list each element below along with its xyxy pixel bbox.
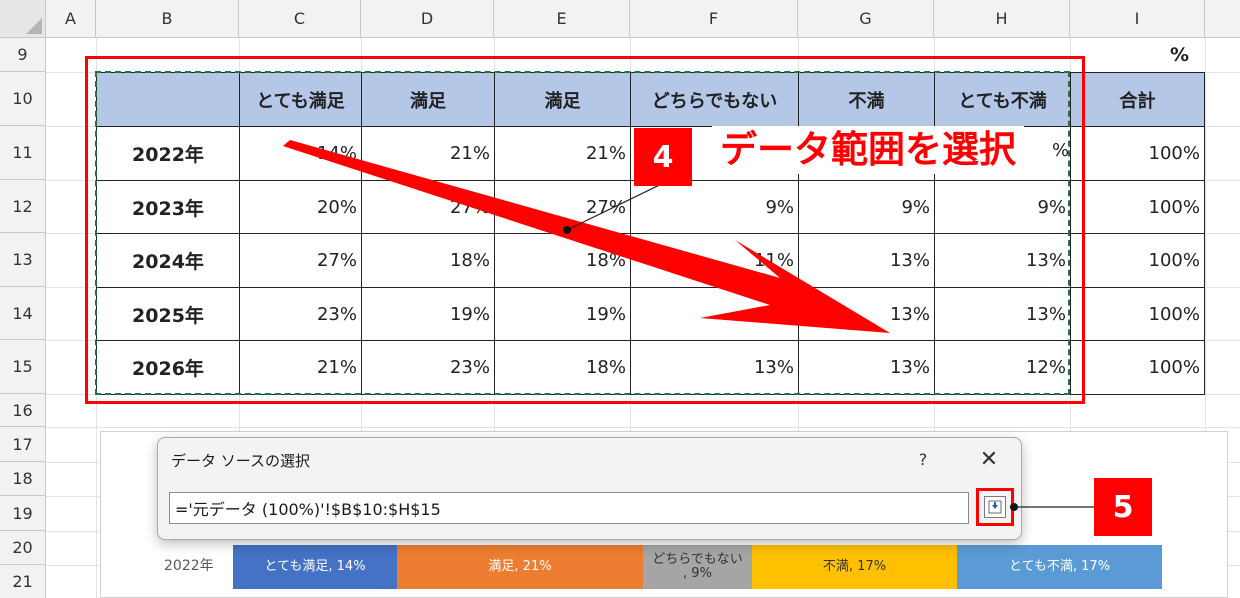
column-header-a[interactable]: A xyxy=(46,0,96,38)
chart-segment[interactable]: 満足, 21% xyxy=(397,545,643,589)
collapse-dialog-button[interactable] xyxy=(984,496,1006,518)
row-header-14[interactable]: 14 xyxy=(0,287,46,340)
selection-highlight-frame xyxy=(85,56,1085,404)
expand-arrow-icon xyxy=(988,500,1002,514)
chart-segment[interactable]: とても不満, 17% xyxy=(957,545,1162,589)
spreadsheet: A B C D E F G H I 9 10 11 12 13 14 15 16… xyxy=(0,0,1240,598)
row-header-11[interactable]: 11 xyxy=(0,126,46,180)
step-5-badge: 5 xyxy=(1094,478,1152,536)
column-header-b[interactable]: B xyxy=(96,0,239,38)
column-header-g[interactable]: G xyxy=(798,0,934,38)
collapse-dialog-highlight xyxy=(976,488,1014,526)
help-button[interactable]: ? xyxy=(908,446,938,472)
unit-label: % xyxy=(1170,44,1190,66)
select-all-triangle-icon xyxy=(26,18,42,34)
select-all-corner[interactable] xyxy=(0,0,46,38)
chart-category-label: 2022年 xyxy=(164,558,214,574)
table-cell[interactable]: 100% xyxy=(1070,287,1205,341)
row-header-19[interactable]: 19 xyxy=(0,496,46,531)
table-cell[interactable]: 100% xyxy=(1070,180,1205,234)
table-cell[interactable]: 100% xyxy=(1070,126,1205,181)
chart-data-range-input[interactable]: ='元データ (100%)'!$B$10:$H$15 xyxy=(169,492,969,524)
step-4-badge: 4 xyxy=(634,128,692,186)
column-header-next[interactable] xyxy=(1205,0,1240,38)
row-header-16[interactable]: 16 xyxy=(0,394,46,427)
column-header-i[interactable]: I xyxy=(1070,0,1205,38)
row-header-12[interactable]: 12 xyxy=(0,180,46,233)
row-header-10[interactable]: 10 xyxy=(0,72,46,126)
row-header-15[interactable]: 15 xyxy=(0,340,46,394)
grid-row-line xyxy=(46,427,1240,428)
close-button[interactable]: ✕ xyxy=(973,446,1005,472)
column-header-h[interactable]: H xyxy=(934,0,1070,38)
row-header-9[interactable]: 9 xyxy=(0,38,46,72)
row-header-17[interactable]: 17 xyxy=(0,427,46,462)
table-header-total[interactable]: 合計 xyxy=(1070,72,1205,127)
chart-segment[interactable]: どちらでもない , 9% xyxy=(643,545,752,589)
dialog-title: データ ソースの選択 xyxy=(171,452,311,470)
chart-segment[interactable]: 不満, 17% xyxy=(752,545,957,589)
step-4-callout-text: データ範囲を選択 xyxy=(712,126,1024,174)
chart-segment[interactable]: とても満足, 14% xyxy=(233,545,397,589)
column-header-f[interactable]: F xyxy=(630,0,798,38)
row-header-21[interactable]: 21 xyxy=(0,565,46,598)
row-header-18[interactable]: 18 xyxy=(0,462,46,496)
table-cell[interactable]: 100% xyxy=(1070,340,1205,395)
column-header-e[interactable]: E xyxy=(494,0,630,38)
row-header-13[interactable]: 13 xyxy=(0,233,46,287)
column-header-d[interactable]: D xyxy=(361,0,494,38)
select-data-source-dialog[interactable]: データ ソースの選択 ? ✕ ='元データ (100%)'!$B$10:$H$1… xyxy=(157,437,1022,540)
table-cell[interactable]: 100% xyxy=(1070,233,1205,288)
row-header-20[interactable]: 20 xyxy=(0,531,46,565)
column-header-c[interactable]: C xyxy=(239,0,361,38)
